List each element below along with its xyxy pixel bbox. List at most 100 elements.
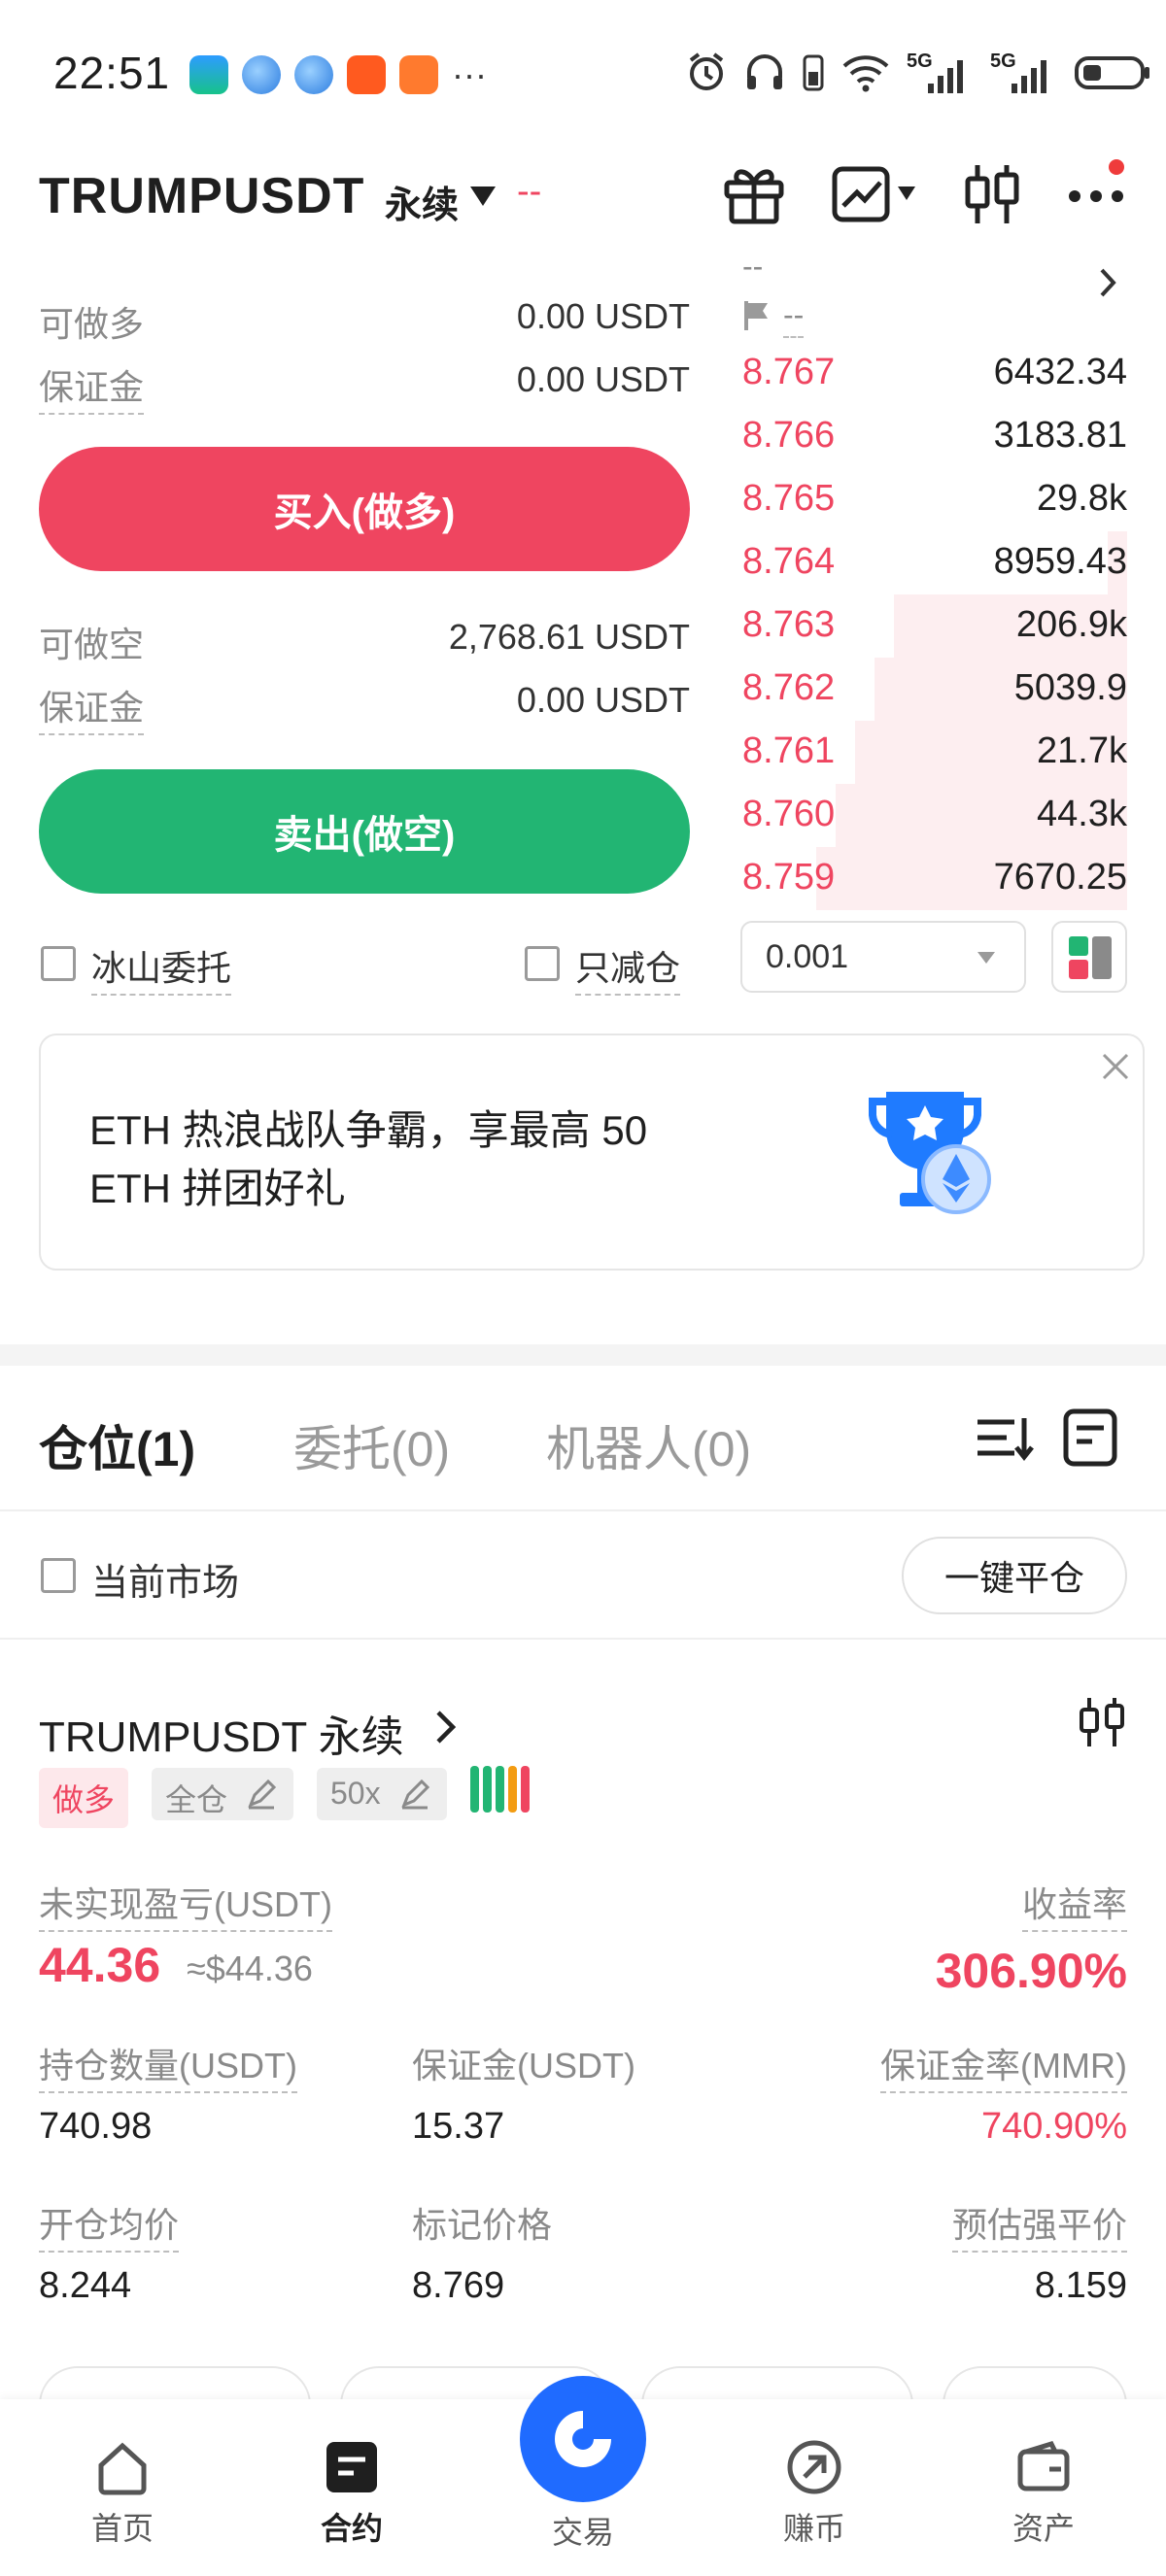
orderbook-row[interactable]: 8.760 44.3k — [738, 784, 1127, 847]
battery-icon — [1075, 56, 1149, 89]
margin-mode-badge[interactable]: 全仓 — [152, 1768, 293, 1820]
liq-price-label[interactable]: 预估强平价 — [951, 2197, 1127, 2253]
position-symbol[interactable]: TRUMPUSDT 永续 — [39, 1702, 404, 1764]
edit-icon — [401, 1779, 430, 1810]
orderbook-row[interactable]: 8.762 5039.9 — [738, 658, 1127, 721]
orderbook-row[interactable]: 8.764 8959.43 — [738, 531, 1127, 594]
order-history-icon[interactable] — [1061, 1407, 1119, 1469]
orderbook-row[interactable]: 8.761 21.7k — [738, 721, 1127, 784]
ask-price: 8.767 — [742, 352, 836, 392]
futures-icon — [326, 2442, 377, 2492]
contract-type-label[interactable]: 永续 — [385, 175, 459, 228]
mark-price-label: 标记价格 — [412, 2205, 553, 2245]
sort-icon[interactable] — [974, 1408, 1034, 1469]
orderbook-row[interactable]: 8.766 3183.81 — [738, 405, 1127, 468]
app-notification-icon — [189, 55, 228, 94]
trophy-icon — [869, 1092, 991, 1214]
gift-icon[interactable] — [721, 163, 787, 225]
cellular-signal-2-icon: 5G — [990, 51, 1058, 93]
nav-futures[interactable]: 合约 — [293, 2438, 410, 2549]
orderbook-row[interactable]: 8.765 29.8k — [738, 468, 1127, 531]
bottom-nav: 首页 合约 交易 赚币 资产 — [0, 2376, 1166, 2576]
section-divider — [0, 1344, 1166, 1366]
margin-mode-label: 全仓 — [165, 1782, 228, 1817]
iceberg-label[interactable]: 冰山委托 — [91, 940, 232, 996]
entry-price-label[interactable]: 开仓均价 — [39, 2197, 180, 2253]
more-notifications-icon: ··· — [452, 54, 487, 94]
shopping-app-icon — [347, 55, 386, 94]
long-margin-label[interactable]: 保证金 — [39, 359, 145, 415]
leverage-badge[interactable]: 50x — [317, 1768, 447, 1820]
current-market-checkbox[interactable] — [41, 1558, 76, 1593]
orderbook-header-placeholder: -- — [742, 249, 764, 284]
long-available-label: 可做多 — [39, 304, 145, 344]
ask-price: 8.763 — [742, 604, 836, 645]
mmr-label[interactable]: 保证金率(MMR) — [880, 2038, 1127, 2093]
promo-line-1: ETH 热浪战队争霸，享最高 50 — [89, 1107, 648, 1153]
ask-price: 8.760 — [742, 794, 836, 834]
nav-assets-label: 资产 — [1012, 2511, 1075, 2546]
ask-amount: 8959.43 — [993, 541, 1127, 582]
position-chevron-icon[interactable] — [431, 1708, 461, 1746]
trade-circle — [520, 2376, 646, 2502]
close-all-button[interactable]: 一键平仓 — [902, 1537, 1127, 1614]
short-available-label: 可做空 — [39, 625, 145, 664]
tab-bots[interactable]: 机器人(0) — [546, 1410, 751, 1480]
more-menu-icon[interactable] — [1065, 155, 1129, 220]
caret-down-icon[interactable] — [468, 185, 497, 208]
orderbook-layout-button[interactable] — [1051, 921, 1127, 993]
ask-price: 8.762 — [742, 667, 836, 708]
nav-earn[interactable]: 赚币 — [756, 2438, 873, 2549]
ask-amount: 206.9k — [1015, 604, 1127, 645]
reduce-only-label[interactable]: 只减仓 — [575, 940, 681, 996]
chart-dropdown-caret-icon[interactable] — [896, 185, 917, 202]
clock: 22:51 — [53, 48, 171, 98]
ask-price: 8.761 — [742, 730, 836, 771]
liq-price-value: 8.159 — [1034, 2265, 1127, 2306]
iceberg-checkbox[interactable] — [41, 946, 76, 981]
short-margin-label[interactable]: 保证金 — [39, 680, 145, 735]
candlestick-icon[interactable] — [962, 161, 1022, 227]
upnl-label[interactable]: 未实现盈亏(USDT) — [39, 1877, 332, 1932]
roe-label[interactable]: 收益率 — [1021, 1877, 1127, 1932]
size-label[interactable]: 持仓数量(USDT) — [39, 2038, 297, 2093]
nav-trade[interactable]: 交易 — [513, 2376, 653, 2553]
sell-short-button[interactable]: 卖出(做空) — [39, 769, 690, 894]
precision-select[interactable]: 0.001 — [740, 921, 1026, 993]
alarm-icon — [689, 52, 724, 90]
chevron-right-icon[interactable] — [1096, 266, 1119, 299]
tab-orders[interactable]: 委托(0) — [293, 1410, 450, 1480]
roe-value: 306.90% — [935, 1944, 1127, 1998]
nav-assets[interactable]: 资产 — [985, 2438, 1102, 2549]
tab-positions[interactable]: 仓位(1) — [39, 1410, 195, 1480]
select-caret-icon — [977, 952, 995, 964]
upnl-usd: ≈$44.36 — [187, 1949, 313, 1988]
system-icons: 5G 5G — [685, 51, 1151, 93]
short-available-value: 2,768.61 USDT — [448, 617, 690, 657]
nav-home-label: 首页 — [90, 2511, 154, 2546]
reduce-only-checkbox[interactable] — [525, 946, 560, 981]
tab-divider — [0, 1509, 1166, 1511]
symbol-title[interactable]: TRUMPUSDT — [39, 167, 364, 225]
side-badge: 做多 — [39, 1768, 129, 1828]
wifi-icon — [842, 55, 889, 92]
flag-icon — [744, 301, 768, 330]
position-chart-icon[interactable] — [1077, 1696, 1127, 1748]
orderbook-row[interactable]: 8.759 7670.25 — [738, 847, 1127, 910]
buy-long-button[interactable]: 买入(做多) — [39, 447, 690, 571]
current-market-label[interactable]: 当前市场 — [91, 1552, 239, 1606]
headset-battery-icon — [803, 54, 824, 91]
orderbook-row[interactable]: 8.763 206.9k — [738, 594, 1127, 658]
nav-home[interactable]: 首页 — [64, 2438, 181, 2549]
orderbook-asks: 8.767 6432.34 8.766 3183.81 8.765 29.8k 8.764 8… — [738, 342, 1127, 910]
promo-banner[interactable]: ETH 热浪战队争霸，享最高 50 ETH 拼团好礼 — [39, 1034, 1145, 1271]
long-margin-value: 0.00 USDT — [516, 359, 690, 399]
chart-icon[interactable] — [830, 163, 892, 225]
ask-amount: 3183.81 — [993, 415, 1127, 456]
nav-earn-label: 赚币 — [782, 2511, 845, 2546]
orderbook-row[interactable]: 8.767 6432.34 — [738, 342, 1127, 405]
food-app-icon — [399, 55, 438, 94]
cellular-signal-1-icon: 5G — [907, 51, 975, 93]
close-icon[interactable] — [1100, 1051, 1131, 1082]
promo-line-2: ETH 拼团好礼 — [89, 1166, 346, 1211]
